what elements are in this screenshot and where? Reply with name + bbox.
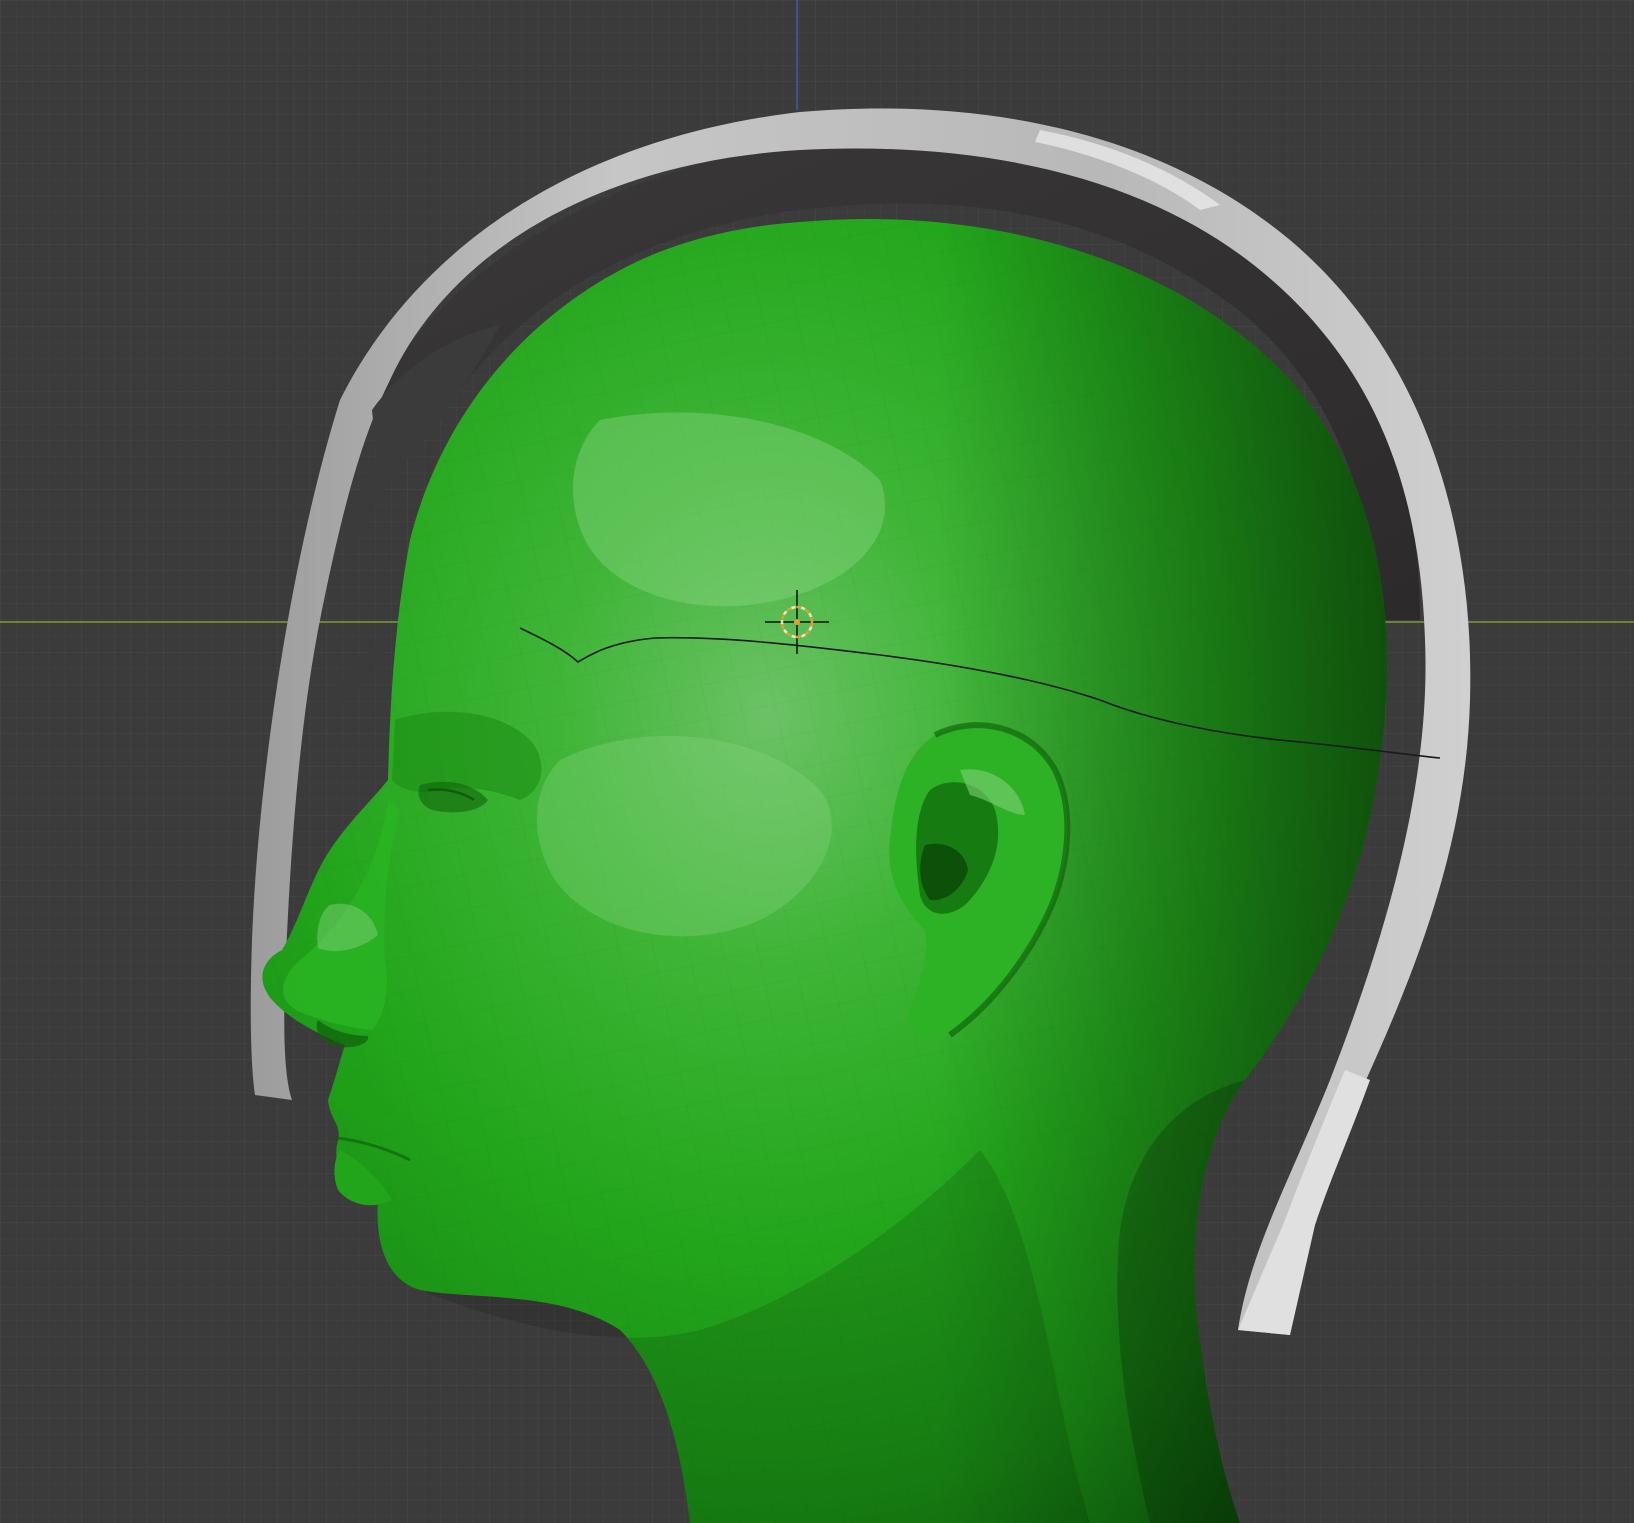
- 3d-viewport[interactable]: [0, 0, 1634, 1523]
- viewport-canvas[interactable]: [0, 0, 1634, 1523]
